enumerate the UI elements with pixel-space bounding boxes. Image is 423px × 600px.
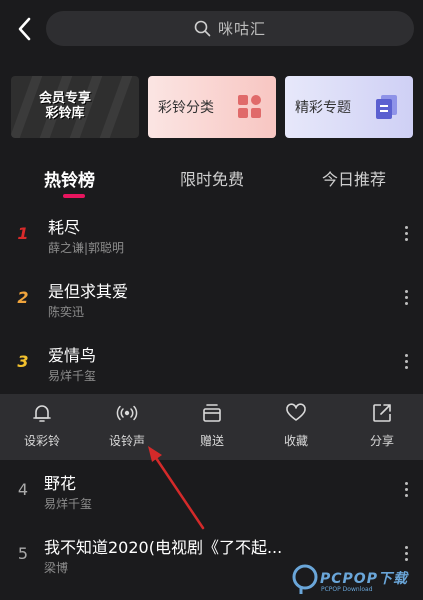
song-rank: 1 (17, 224, 29, 243)
song-title: 爱情鸟 (48, 346, 97, 365)
bell-icon (33, 405, 51, 422)
ringtone-category-label: 彩铃分类 (158, 100, 214, 116)
more-options-icon[interactable] (401, 223, 411, 245)
tab-hot-chart[interactable]: 热铃榜 (44, 166, 95, 191)
song-artist: 易烊千玺 (44, 497, 93, 511)
song-rank: 3 (17, 352, 29, 371)
set-ringback-button[interactable]: 设彩铃 (12, 402, 72, 449)
set-ringtone-label: 设铃声 (108, 434, 145, 448)
featured-topics-card[interactable]: 精彩专题 (285, 76, 413, 138)
song-title: 我不知道2020(电视剧《了不起... (44, 538, 283, 557)
song-artist: 易烊千玺 (48, 369, 97, 383)
more-options-icon[interactable] (401, 287, 411, 309)
share-label: 分享 (369, 434, 394, 448)
document-icon (376, 95, 397, 119)
active-tab-indicator (63, 194, 85, 198)
song-artist: 梁博 (44, 561, 69, 575)
chart-tabs: 热铃榜 限时免费 今日推荐 (0, 158, 423, 202)
share-button[interactable]: 分享 (352, 402, 412, 449)
category-grid-icon (238, 95, 261, 118)
song-title: 是但求其爱 (48, 282, 129, 301)
search-bar[interactable]: 咪咕汇 (46, 11, 414, 46)
song-title: 野花 (44, 474, 77, 493)
song-rank: 2 (17, 288, 29, 307)
song-row[interactable]: 4 野花 易烊千玺 (0, 460, 423, 524)
share-icon (373, 404, 391, 422)
top-bar: 咪咕汇 (0, 0, 423, 58)
heart-icon (286, 403, 306, 421)
song-artist: 陈奕迅 (48, 305, 85, 319)
more-options-icon[interactable] (401, 479, 411, 501)
watermark-logo: PCPOP下载 PCPOP Download (292, 562, 422, 598)
member-ringtone-label: 会员专享 彩铃库 (39, 91, 92, 121)
member-ringtone-card[interactable]: 会员专享 彩铃库 (11, 76, 139, 138)
tab-today[interactable]: 今日推荐 (322, 166, 386, 190)
gift-icon (203, 404, 221, 422)
more-options-icon[interactable] (401, 351, 411, 373)
song-rank: 4 (17, 480, 29, 499)
gift-label: 赠送 (199, 434, 224, 448)
song-title: 耗尽 (48, 218, 81, 237)
watermark-text: PCPOP下载 (320, 571, 408, 587)
watermark-logo-icon (292, 564, 318, 594)
favorite-button[interactable]: 收藏 (266, 402, 326, 449)
set-ringtone-button[interactable]: 设铃声 (97, 402, 157, 449)
ringtone-icon (116, 405, 138, 421)
song-row[interactable]: 1 耗尽 薛之谦|郭聪明 (0, 204, 423, 268)
song-action-bar: 设彩铃 设铃声 赠送 收藏 分享 (0, 394, 423, 460)
song-row[interactable]: 3 爱情鸟 易烊千玺 (0, 332, 423, 396)
ringtone-category-card[interactable]: 彩铃分类 (148, 76, 276, 138)
search-placeholder: 咪咕汇 (218, 20, 267, 38)
back-button[interactable] (12, 14, 38, 44)
featured-topics-label: 精彩专题 (295, 100, 351, 116)
category-cards: 会员专享 彩铃库 彩铃分类 精彩专题 (0, 76, 423, 138)
chevron-left-icon (18, 17, 31, 41)
favorite-label: 收藏 (283, 434, 308, 448)
gift-button[interactable]: 赠送 (182, 402, 242, 449)
tab-free[interactable]: 限时免费 (180, 166, 244, 190)
song-rank: 5 (17, 544, 29, 563)
song-artist: 薛之谦|郭聪明 (48, 241, 125, 255)
watermark-subtext: PCPOP Download (321, 586, 373, 593)
search-icon (194, 20, 211, 37)
set-ringback-label: 设彩铃 (23, 434, 60, 448)
song-row[interactable]: 2 是但求其爱 陈奕迅 (0, 268, 423, 332)
